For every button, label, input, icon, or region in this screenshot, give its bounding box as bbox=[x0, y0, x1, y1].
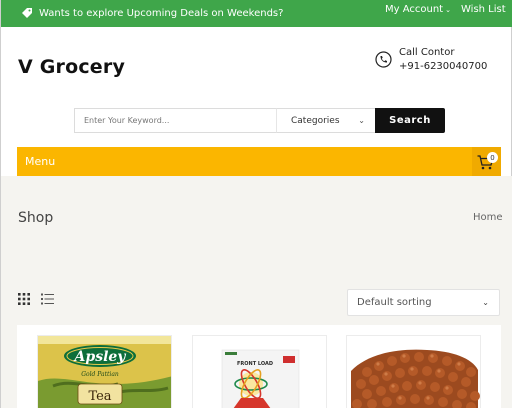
product-label: Tea bbox=[88, 389, 111, 404]
sort-label: Default sorting bbox=[357, 297, 432, 308]
product-card[interactable] bbox=[346, 335, 481, 408]
promo-banner[interactable]: Wants to explore Upcoming Deals on Weeke… bbox=[21, 7, 283, 19]
call-center-label: Call Contor bbox=[399, 47, 455, 58]
phone-number[interactable]: +91-6230040700 bbox=[399, 61, 487, 72]
product-subtitle: Gold Pattian bbox=[81, 371, 119, 378]
cart-button[interactable]: 0 bbox=[472, 147, 501, 176]
search-input[interactable]: Enter Your Keyword... bbox=[74, 108, 277, 133]
list-view-icon[interactable] bbox=[41, 293, 54, 305]
product-title: FRONT LOAD bbox=[237, 361, 273, 367]
breadcrumb-home[interactable]: Home bbox=[473, 212, 503, 223]
search-button[interactable]: Search bbox=[375, 108, 445, 133]
promo-text: Wants to explore Upcoming Deals on Weeke… bbox=[39, 7, 284, 19]
chickpeas-image[interactable] bbox=[347, 336, 481, 408]
phone-icon bbox=[375, 51, 392, 68]
sort-select[interactable]: Default sorting ⌄ bbox=[347, 289, 500, 316]
product-brand: Apsley bbox=[73, 349, 127, 365]
my-account-dropdown[interactable]: My Account ⌄ bbox=[385, 4, 451, 15]
grid-view-icon[interactable] bbox=[18, 293, 30, 305]
search-placeholder: Enter Your Keyword... bbox=[84, 116, 170, 125]
product-card[interactable]: FRONT LOAD bbox=[192, 335, 327, 408]
tea-pack-image[interactable]: Apsley Gold Pattian Tea bbox=[38, 336, 172, 408]
cart-count-badge: 0 bbox=[487, 152, 498, 163]
chevron-down-icon: ⌄ bbox=[445, 5, 451, 14]
tag-icon bbox=[22, 8, 32, 18]
site-logo[interactable]: V Grocery bbox=[18, 56, 125, 78]
chevron-down-icon: ⌄ bbox=[482, 298, 489, 307]
top-bar: Wants to explore Upcoming Deals on Weeke… bbox=[1, 0, 512, 27]
product-grid: Apsley Gold Pattian Tea FRONT LOAD bbox=[17, 325, 501, 408]
product-card[interactable]: Apsley Gold Pattian Tea bbox=[37, 335, 172, 408]
chevron-down-icon: ⌄ bbox=[358, 116, 365, 125]
categories-select[interactable]: Categories ⌄ bbox=[276, 108, 376, 133]
menu-bar: Menu 0 bbox=[17, 147, 501, 176]
menu-toggle[interactable]: Menu bbox=[25, 155, 55, 168]
categories-label: Categories bbox=[291, 115, 340, 126]
my-account-label: My Account bbox=[385, 4, 444, 15]
detergent-box-image[interactable]: FRONT LOAD bbox=[193, 336, 327, 408]
page-title: Shop bbox=[18, 210, 54, 226]
wish-list-link[interactable]: Wish List bbox=[461, 4, 506, 15]
